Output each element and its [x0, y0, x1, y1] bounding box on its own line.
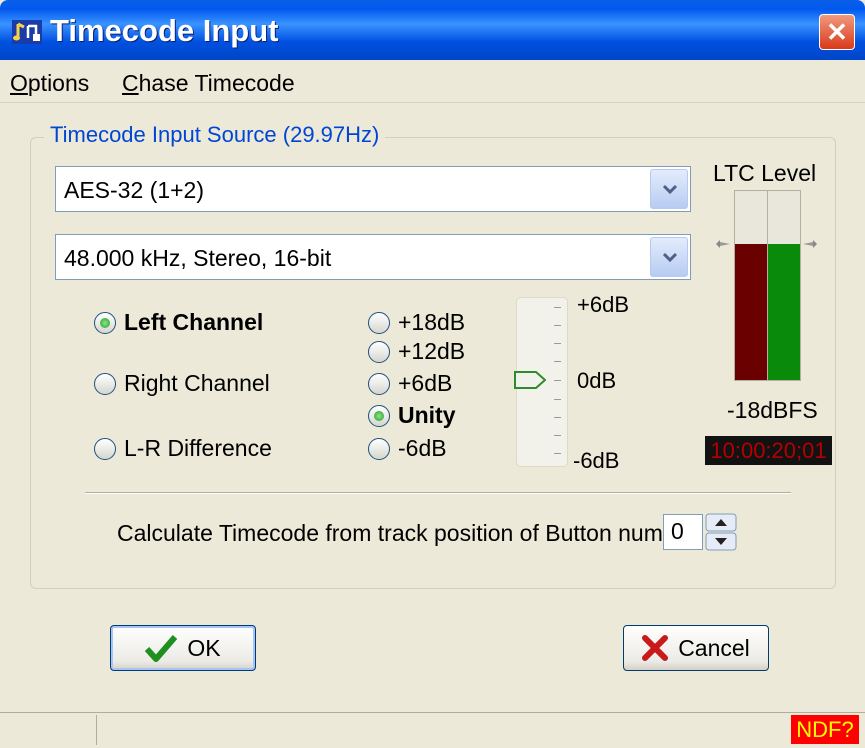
menu-chase-label: hase Timecode	[138, 70, 295, 96]
button-number-spinner[interactable]	[705, 513, 737, 551]
menu-bar: Options Chase Timecode	[0, 60, 865, 103]
level-pointer-left-icon	[716, 240, 730, 248]
device-select[interactable]: AES-32 (1+2)	[55, 166, 691, 212]
title-bar[interactable]: Timecode Input ✕	[0, 0, 865, 60]
music-note-icon	[12, 20, 42, 44]
chevron-down-icon	[662, 184, 678, 195]
radio-gain-plus18[interactable]: +18dB	[368, 309, 465, 336]
radio-indicator	[94, 311, 116, 334]
slider-tick	[554, 361, 561, 362]
radio-gain-plus12[interactable]: +12dB	[368, 338, 465, 365]
ltc-meter-right	[767, 190, 801, 381]
cancel-button[interactable]: Cancel	[623, 625, 769, 671]
radio-right-channel-label: Right Channel	[124, 370, 270, 396]
slider-tick	[554, 325, 561, 326]
slider-bottom-label: -6dB	[573, 448, 620, 473]
radio-gain-label: +6dB	[398, 370, 453, 396]
ndf-indicator: NDF?	[791, 715, 859, 744]
menu-options[interactable]: Options	[10, 70, 89, 97]
radio-right-channel[interactable]: Right Channel	[94, 370, 270, 397]
window-title: Timecode Input	[50, 13, 279, 48]
radio-indicator	[94, 437, 116, 460]
slider-mid-label: 0dB	[577, 368, 617, 393]
radio-indicator	[368, 372, 390, 395]
ltc-meter-left	[734, 190, 768, 381]
radio-gain-label: +18dB	[398, 309, 466, 335]
slider-tick	[554, 453, 561, 454]
radio-indicator	[368, 404, 390, 427]
menu-chase-accel: C	[122, 70, 139, 96]
menu-options-accel: O	[10, 70, 28, 96]
ok-button-label: OK	[187, 634, 221, 661]
close-button[interactable]: ✕	[819, 14, 855, 50]
level-pointer-right-icon	[803, 240, 817, 248]
slider-tick	[554, 399, 561, 400]
slider-tick	[554, 343, 561, 344]
slider-tick	[554, 435, 561, 436]
status-pane	[0, 715, 97, 745]
device-dropdown-button[interactable]	[650, 169, 688, 209]
radio-left-channel-label: Left Channel	[124, 309, 264, 335]
slider-tick	[554, 307, 561, 308]
cancel-button-label: Cancel	[678, 634, 750, 661]
ltc-level-label: LTC Level	[713, 160, 817, 186]
menu-options-label: ptions	[27, 70, 90, 96]
close-icon: ✕	[826, 17, 848, 47]
device-select-value: AES-32 (1+2)	[64, 177, 204, 203]
checkmark-icon	[145, 635, 178, 662]
reference-level-label: -18dBFS	[727, 397, 818, 423]
radio-gain-label: -6dB	[398, 435, 447, 461]
radio-indicator	[368, 340, 390, 363]
radio-lr-difference-label: L-R Difference	[124, 435, 272, 461]
radio-indicator	[368, 437, 390, 460]
format-select-value: 48.000 kHz, Stereo, 16-bit	[64, 245, 332, 271]
format-dropdown-button[interactable]	[650, 237, 688, 277]
radio-lr-difference[interactable]: L-R Difference	[94, 435, 272, 462]
slider-tick	[554, 417, 561, 418]
timecode-display: 10:00:20;01	[705, 436, 832, 465]
ok-button[interactable]: OK	[110, 625, 256, 671]
radio-gain-unity[interactable]: Unity	[368, 402, 456, 429]
ltc-meter-right-fill	[768, 244, 800, 380]
calc-label: Calculate Timecode from track position o…	[117, 520, 697, 546]
ltc-meter-left-fill	[735, 244, 767, 380]
button-number-input[interactable]: 0	[663, 514, 703, 550]
chevron-down-icon	[662, 252, 678, 263]
slider-top-label: +6dB	[577, 292, 629, 317]
x-mark-icon	[642, 635, 669, 661]
radio-gain-minus6[interactable]: -6dB	[368, 435, 447, 462]
separator	[85, 492, 791, 494]
timecode-input-window: Timecode Input ✕ Options Chase Timecode …	[0, 0, 865, 748]
radio-indicator	[368, 311, 390, 334]
radio-left-channel[interactable]: Left Channel	[94, 309, 263, 336]
slider-tick	[554, 380, 561, 381]
radio-gain-label: Unity	[398, 402, 456, 428]
input-source-group-label: Timecode Input Source (29.97Hz)	[44, 122, 386, 148]
radio-gain-label: +12dB	[398, 338, 466, 364]
status-bar: NDF?	[0, 712, 865, 748]
trim-slider-thumb[interactable]	[514, 371, 546, 389]
menu-chase-timecode[interactable]: Chase Timecode	[122, 70, 295, 97]
radio-indicator	[94, 372, 116, 395]
radio-gain-plus6[interactable]: +6dB	[368, 370, 452, 397]
format-select[interactable]: 48.000 kHz, Stereo, 16-bit	[55, 234, 691, 280]
